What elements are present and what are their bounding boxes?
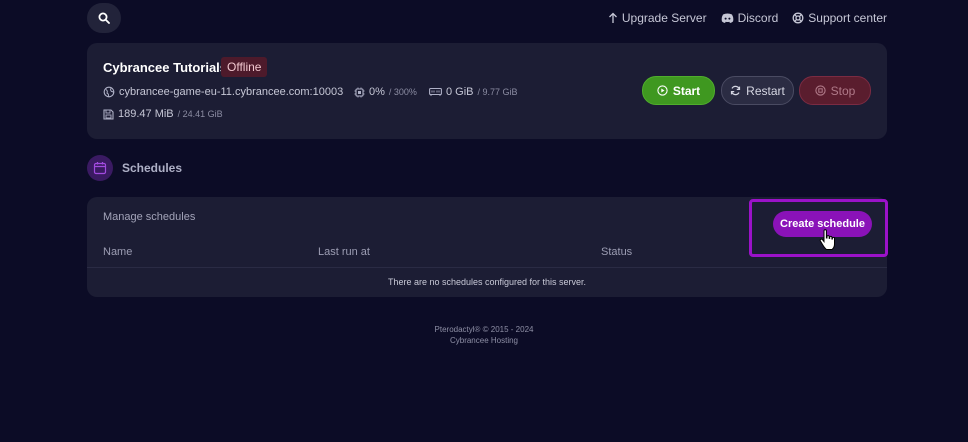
lifebuoy-icon: [792, 12, 804, 24]
status-badge: Offline: [221, 57, 268, 77]
footer: Pterodactyl® © 2015 - 2024 Cybrancee Hos…: [0, 324, 968, 346]
column-header-status: Status: [601, 246, 633, 258]
manage-schedules-label: Manage schedules: [103, 211, 196, 223]
start-button[interactable]: Start: [642, 76, 715, 105]
schedules-card: Manage schedules Create schedule Name La…: [87, 197, 888, 297]
discord-label: Discord: [737, 11, 779, 25]
memory-usage: 0 GiB / 9.77 GiB: [429, 86, 518, 98]
search-button[interactable]: [87, 3, 121, 33]
play-icon: [657, 85, 668, 96]
footer-copyright: Pterodactyl® © 2015 - 2024: [434, 325, 534, 334]
top-links: Upgrade Server Discord Support center: [608, 10, 887, 26]
column-header-name: Name: [103, 246, 133, 258]
disk-icon: [103, 108, 114, 120]
table-divider: [87, 267, 887, 268]
calendar-icon: [93, 162, 107, 175]
search-icon: [98, 12, 110, 24]
column-header-last-run: Last run at: [318, 246, 370, 258]
disk-limit: / 24.41 GiB: [177, 109, 223, 119]
stop-icon: [815, 85, 826, 96]
memory-limit: / 9.77 GiB: [477, 87, 518, 97]
refresh-icon: [731, 85, 741, 96]
cpu-limit: / 300%: [388, 87, 417, 97]
start-label: Start: [672, 83, 701, 98]
restart-button[interactable]: Restart: [721, 76, 794, 105]
cpu-usage: 0% / 300%: [354, 86, 417, 98]
page: Upgrade Server Discord Support center Cy…: [0, 0, 968, 442]
arrow-up-icon: [608, 12, 617, 23]
footer-company: Cybrancee Hosting: [449, 336, 519, 345]
server-address: cybrancee-game-eu-11.cybrancee.com:10003: [103, 86, 343, 98]
schedules-section-icon: [87, 155, 113, 181]
address-text: cybrancee-game-eu-11.cybrancee.com:10003: [119, 86, 344, 98]
discord-icon: [721, 13, 733, 23]
disk-value: 189.47 MiB: [118, 108, 174, 120]
empty-state-message: There are no schedules configured for th…: [387, 277, 587, 287]
server-card: Cybrancee Tutorials Offline cybrancee-ga…: [87, 43, 887, 139]
upgrade-server-link[interactable]: Upgrade Server: [608, 11, 707, 25]
support-center-label: Support center: [808, 11, 887, 25]
server-name: Cybrancee Tutorials: [103, 60, 228, 75]
page-title: Schedules: [122, 161, 183, 175]
stop-label: Stop: [830, 83, 856, 98]
memory-icon: [429, 87, 442, 96]
restart-label: Restart: [746, 83, 785, 98]
globe-icon: [103, 86, 115, 98]
memory-value: 0 GiB: [446, 86, 474, 98]
upgrade-server-label: Upgrade Server: [621, 11, 707, 25]
cpu-icon: [354, 87, 365, 97]
discord-link[interactable]: Discord: [721, 11, 779, 25]
stop-button[interactable]: Stop: [799, 76, 871, 105]
support-center-link[interactable]: Support center: [792, 11, 887, 25]
cpu-value: 0%: [369, 86, 385, 98]
disk-usage: 189.47 MiB / 24.41 GiB: [103, 108, 223, 120]
hand-cursor-icon: [819, 229, 835, 250]
